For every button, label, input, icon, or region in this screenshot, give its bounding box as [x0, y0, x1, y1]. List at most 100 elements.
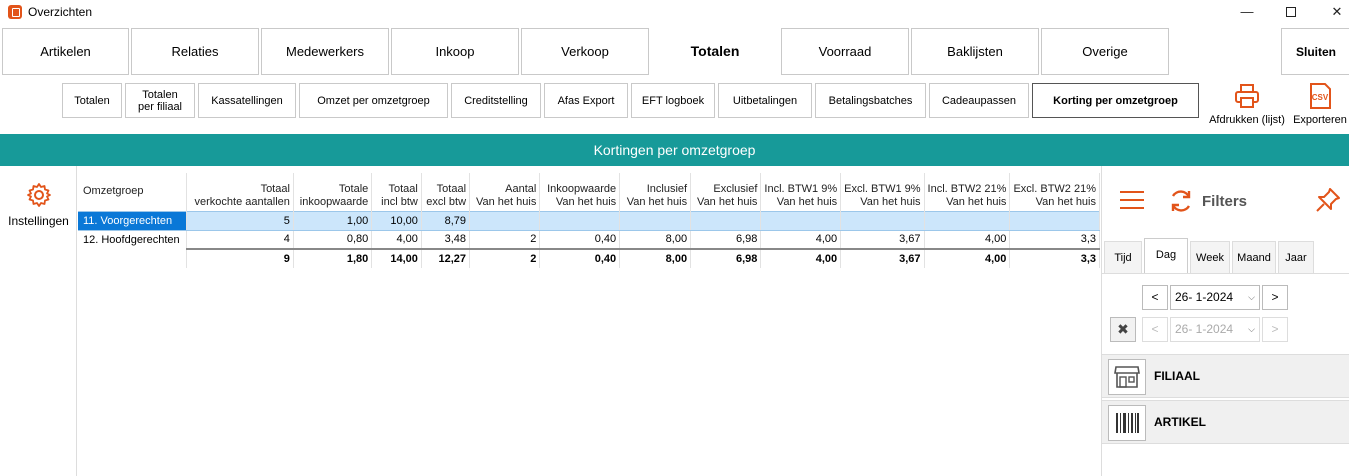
date-from-next-button[interactable]: >	[1262, 285, 1288, 310]
subtab-cadeaupassen[interactable]: Cadeaupassen	[929, 83, 1029, 118]
filters-label: Filters	[1202, 192, 1248, 210]
date-from-select[interactable]: 26- 1-2024 ⌵	[1170, 285, 1260, 310]
table-cell: 0,40	[539, 230, 621, 249]
column-header[interactable]: Inclusief Van het huis	[619, 173, 692, 211]
chevron-down-icon: ⌵	[1248, 292, 1255, 302]
column-header[interactable]: Inkoopwaarde Van het huis	[539, 173, 621, 211]
csv-badge: CSV	[1312, 93, 1329, 102]
filter-header: Filters	[1102, 166, 1349, 236]
menu-icon[interactable]	[1120, 191, 1144, 209]
total-cell: 3,3	[1009, 248, 1100, 268]
table-cell: 4,00	[924, 230, 1011, 249]
table-cell: 10,00	[371, 210, 422, 231]
refresh-icon[interactable]	[1168, 188, 1194, 214]
subtab-uitbetalingen[interactable]: Uitbetalingen	[718, 83, 812, 118]
close-window-button[interactable]: ✕	[1314, 0, 1349, 24]
table-cell: 6,98	[690, 230, 762, 249]
total-cell: 14,00	[371, 248, 422, 268]
table-cell: 3,3	[1009, 230, 1100, 249]
table-row[interactable]: 12. Hoofdgerechten 4 0,80 4,00 3,48 2 0,40 8,00…	[78, 230, 1100, 249]
data-grid: Omzetgroep Totaal verkochte aantallen Total…	[78, 173, 1100, 476]
subtab-kassatellingen[interactable]: Kassatellingen	[198, 83, 296, 118]
tab-totalen[interactable]: Totalen	[651, 28, 779, 75]
column-header[interactable]: Incl. BTW2 21% Van het huis	[924, 173, 1011, 211]
table-cell: 4	[186, 230, 294, 249]
settings-button[interactable]: Instellingen	[0, 174, 77, 228]
table-cell: 2	[469, 230, 541, 249]
tab-verkoop[interactable]: Verkoop	[521, 28, 649, 75]
table-cell	[760, 210, 842, 231]
tab-relaties[interactable]: Relaties	[131, 28, 259, 75]
subtab-eft-logboek[interactable]: EFT logboek	[631, 83, 715, 118]
filter-section-filiaal[interactable]: FILIAAL	[1102, 354, 1349, 398]
date-from-prev-button[interactable]: <	[1142, 285, 1168, 310]
table-cell: 4,00	[371, 230, 422, 249]
table-cell: 11. Voorgerechten	[78, 210, 188, 231]
filter-tab-week[interactable]: Week	[1190, 241, 1230, 273]
pin-icon[interactable]	[1314, 186, 1342, 217]
tab-artikelen[interactable]: Artikelen	[2, 28, 129, 75]
total-cell: 6,98	[690, 248, 762, 268]
subtab-totalen-per-filiaal[interactable]: Totalen per filiaal	[125, 83, 195, 118]
subtab-betalingsbatches[interactable]: Betalingsbatches	[815, 83, 926, 118]
column-header[interactable]: Incl. BTW1 9% Van het huis	[760, 173, 842, 211]
column-header[interactable]: Totaal verkochte aantallen	[186, 173, 294, 211]
subtab-omzet-per-omzetgroep[interactable]: Omzet per omzetgroep	[299, 83, 448, 118]
filter-tab-jaar[interactable]: Jaar	[1278, 241, 1314, 273]
filter-tab-maand[interactable]: Maand	[1232, 241, 1276, 273]
total-cell: 9	[186, 248, 294, 268]
printer-icon	[1233, 82, 1261, 110]
filter-tab-tijd[interactable]: Tijd	[1104, 241, 1142, 273]
tab-baklijsten[interactable]: Baklijsten	[911, 28, 1039, 75]
filter-section-artikel[interactable]: ARTIKEL	[1102, 400, 1349, 444]
table-cell: 12. Hoofdgerechten	[78, 230, 188, 249]
table-cell: 8,00	[619, 230, 692, 249]
settings-label: Instellingen	[8, 214, 69, 228]
table-cell: 8,79	[421, 210, 471, 231]
subtab-creditstelling[interactable]: Creditstelling	[451, 83, 541, 118]
table-cell: 3,48	[421, 230, 471, 249]
date-to-next-button[interactable]: >	[1262, 317, 1288, 342]
column-header[interactable]: Exclusief Van het huis	[690, 173, 762, 211]
date-to-value: 26- 1-2024	[1175, 322, 1234, 336]
column-header[interactable]: Omzetgroep	[78, 173, 188, 211]
close-button[interactable]: Sluiten	[1281, 28, 1349, 75]
column-header[interactable]: Excl. BTW2 21% Van het huis	[1009, 173, 1100, 211]
table-cell	[539, 210, 621, 231]
date-to-prev-button[interactable]: <	[1142, 317, 1168, 342]
tab-overige[interactable]: Overige	[1041, 28, 1169, 75]
table-cell: 5	[186, 210, 294, 231]
table-cell: 4,00	[760, 230, 842, 249]
tab-medewerkers[interactable]: Medewerkers	[261, 28, 389, 75]
subtab-korting-per-omzetgroep[interactable]: Korting per omzetgroep	[1032, 83, 1199, 118]
table-cell: 1,00	[293, 210, 373, 231]
date-to-select[interactable]: 26- 1-2024 ⌵	[1170, 317, 1260, 342]
minimize-button[interactable]: —	[1224, 0, 1270, 24]
column-header[interactable]: Excl. BTW1 9% Van het huis	[840, 173, 925, 211]
tab-inkoop[interactable]: Inkoop	[391, 28, 519, 75]
total-cell: 4,00	[924, 248, 1011, 268]
table-row[interactable]: 11. Voorgerechten 5 1,00 10,00 8,79	[78, 210, 1100, 231]
column-header[interactable]: Totaal excl btw	[421, 173, 471, 211]
tab-voorraad[interactable]: Voorraad	[781, 28, 909, 75]
table-cell	[469, 210, 541, 231]
subtab-totalen[interactable]: Totalen	[62, 83, 122, 118]
column-header[interactable]: Totale inkoopwaarde	[293, 173, 373, 211]
table-cell	[840, 210, 925, 231]
page-title: Kortingen per omzetgroep	[0, 134, 1349, 166]
export-button[interactable]: CSV Exporteren	[1291, 82, 1349, 126]
total-cell: 1,80	[293, 248, 373, 268]
column-header[interactable]: Totaal incl btw	[371, 173, 422, 211]
clear-date-button[interactable]: ✖	[1110, 317, 1136, 342]
totals-row: 9 1,80 14,00 12,27 2 0,40 8,00 6,98 4,00 3,67 4,00…	[78, 248, 1100, 268]
filter-tab-dag[interactable]: Dag	[1144, 238, 1188, 274]
print-button[interactable]: Afdrukken (lijst)	[1205, 82, 1289, 126]
barcode-icon	[1108, 405, 1146, 441]
maximize-button[interactable]	[1268, 0, 1314, 24]
total-cell	[78, 249, 188, 268]
grid-header-row: Omzetgroep Totaal verkochte aantallen Total…	[78, 173, 1100, 211]
app-icon	[8, 5, 22, 19]
total-cell: 12,27	[421, 248, 471, 268]
subtab-afas-export[interactable]: Afas Export	[544, 83, 628, 118]
column-header[interactable]: Aantal Van het huis	[469, 173, 541, 211]
